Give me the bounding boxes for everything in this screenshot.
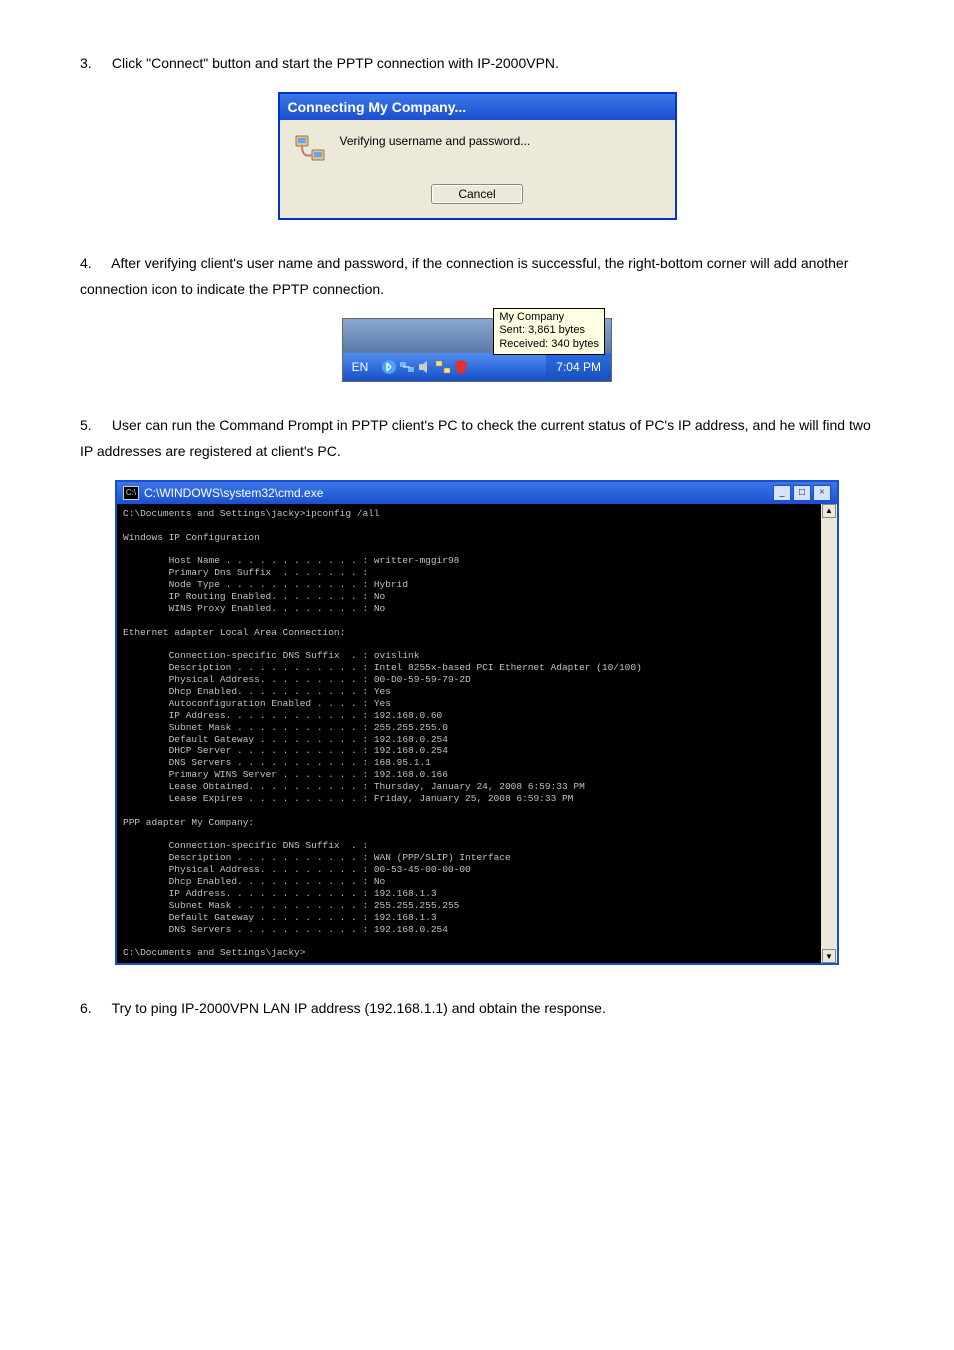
step-3-text: Click "Connect" button and start the PPT… (112, 55, 559, 71)
step-5-number: 5. (80, 412, 108, 439)
close-button[interactable]: × (813, 485, 831, 501)
step-4-number: 4. (80, 250, 108, 277)
cmd-scrollbar[interactable]: ▲ ▼ (821, 504, 837, 963)
tooltip-line-1: My Company (499, 311, 599, 325)
scroll-up-button[interactable]: ▲ (822, 504, 836, 518)
tooltip-line-3: Received: 340 bytes (499, 338, 599, 352)
step-6-paragraph: 6. Try to ping IP-2000VPN LAN IP address… (80, 995, 874, 1022)
dialog-message: Verifying username and password... (340, 132, 531, 148)
minimize-button[interactable]: _ (773, 485, 791, 501)
dialog-titlebar: Connecting My Company... (280, 94, 675, 120)
system-tray: My Company Sent: 3,861 bytes Received: 3… (342, 318, 612, 382)
connecting-dialog: Connecting My Company... Verifying usern… (278, 92, 677, 220)
language-indicator[interactable]: EN (343, 360, 377, 374)
step-5-text: User can run the Command Prompt in PPTP … (80, 417, 871, 460)
cmd-titlebar: C:\ C:\WINDOWS\system32\cmd.exe _ □ × (117, 482, 837, 504)
command-prompt-window: C:\ C:\WINDOWS\system32\cmd.exe _ □ × C:… (115, 480, 839, 965)
tray-clock[interactable]: 7:04 PM (546, 353, 611, 381)
cmd-title-text: C:\WINDOWS\system32\cmd.exe (144, 486, 323, 500)
step-5-paragraph: 5. User can run the Command Prompt in PP… (80, 412, 874, 465)
step-6-text: Try to ping IP-2000VPN LAN IP address (1… (112, 1000, 606, 1016)
tooltip-line-2: Sent: 3,861 bytes (499, 324, 599, 338)
tray-arrow-icon[interactable] (381, 359, 397, 375)
step-3-paragraph: 3. Click "Connect" button and start the … (80, 50, 874, 77)
step-4-paragraph: 4. After verifying client's user name an… (80, 250, 874, 303)
tray-tooltip: My Company Sent: 3,861 bytes Received: 3… (493, 308, 605, 355)
shield-tray-icon[interactable] (453, 359, 469, 375)
maximize-button[interactable]: □ (793, 485, 811, 501)
tray-icons-group (377, 359, 546, 375)
scroll-down-button[interactable]: ▼ (822, 949, 836, 963)
step-6-number: 6. (80, 995, 108, 1022)
network-icon (294, 132, 326, 164)
cmd-icon: C:\ (123, 486, 139, 500)
connection-tray-icon[interactable] (435, 359, 451, 375)
step-3-number: 3. (80, 50, 108, 77)
network-tray-icon[interactable] (399, 359, 415, 375)
step-4-text: After verifying client's user name and p… (80, 255, 848, 298)
volume-tray-icon[interactable] (417, 359, 433, 375)
cmd-output: C:\Documents and Settings\jacky>ipconfig… (117, 504, 821, 963)
cancel-button[interactable]: Cancel (431, 184, 522, 204)
